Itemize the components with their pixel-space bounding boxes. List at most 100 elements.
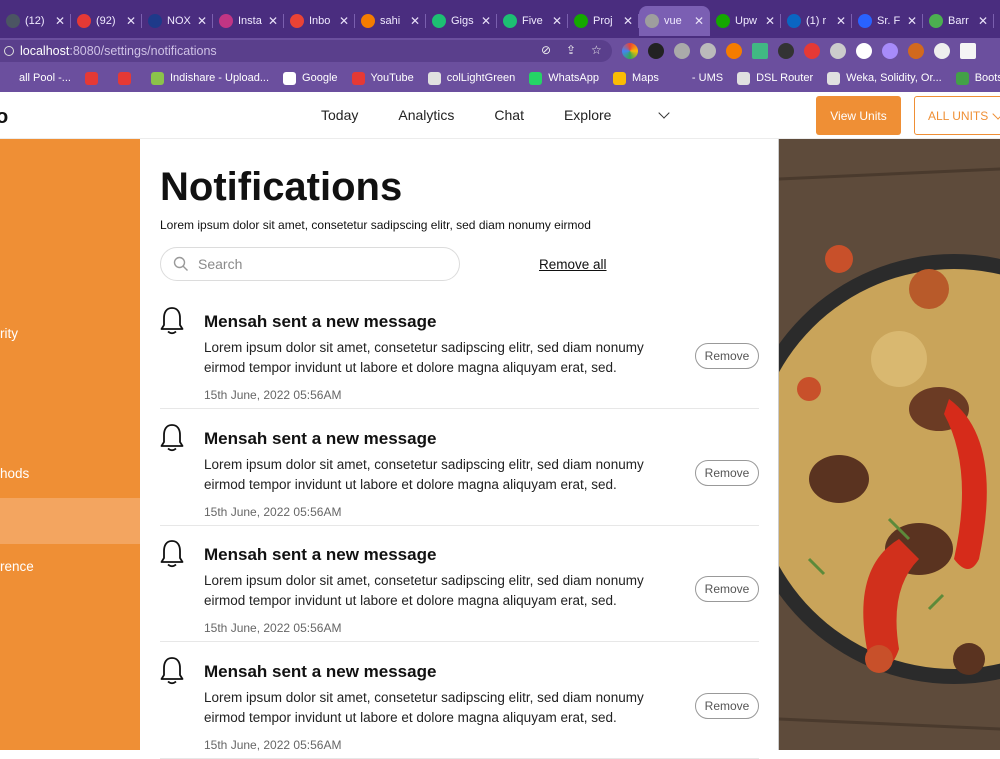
metamask-icon[interactable] — [908, 43, 924, 59]
nav-link-today[interactable]: Today — [321, 107, 358, 123]
nav-link-analytics[interactable]: Analytics — [398, 107, 454, 123]
vue-devtools-icon[interactable] — [752, 43, 768, 59]
tab-favicon-icon — [645, 14, 659, 28]
extensions-puzzle-icon[interactable] — [934, 43, 950, 59]
bookmark-item[interactable]: DSL Router — [737, 71, 813, 85]
tab-close-icon[interactable]: ✕ — [55, 14, 65, 28]
sidebar-item-payment-methods[interactable]: hods — [0, 451, 140, 497]
search-input[interactable] — [198, 256, 448, 272]
sidebar-item-preference[interactable]: rence — [0, 544, 140, 590]
extension-shield-icon[interactable] — [830, 43, 846, 59]
tab-close-icon[interactable]: ✕ — [694, 14, 704, 28]
bookmark-item[interactable]: Google — [283, 71, 338, 85]
remove-notification-button[interactable]: Remove — [695, 576, 759, 602]
bookmark-item[interactable]: colLightGreen — [427, 71, 515, 85]
bookmark-favicon-icon — [613, 71, 626, 85]
bookmark-item[interactable]: Indishare - Upload... — [150, 71, 269, 85]
bookmark-item[interactable]: all Pool -... — [0, 71, 71, 85]
bookmark-label: WhatsApp — [548, 72, 599, 84]
extension-orange-icon[interactable] — [726, 43, 742, 59]
tab-close-icon[interactable]: ✕ — [410, 14, 420, 28]
browser-tab[interactable]: Inbo ✕ — [284, 6, 355, 36]
extension-color-icon[interactable] — [622, 43, 638, 59]
app-logo[interactable]: o — [0, 106, 8, 129]
browser-tab[interactable]: (1) r ✕ — [781, 6, 852, 36]
bookmarks-bar: all Pool -... Indishare - Upload... Google… — [0, 64, 1000, 92]
extension-red-icon[interactable] — [804, 43, 820, 59]
remove-notification-button[interactable]: Remove — [695, 692, 759, 719]
tab-close-icon[interactable]: ✕ — [481, 14, 491, 28]
browser-tab[interactable]: (12) ✕ — [0, 6, 71, 36]
sidebar-item-security[interactable]: rity — [0, 311, 140, 357]
tab-close-icon[interactable]: ✕ — [836, 14, 846, 28]
browser-tab[interactable]: Upw ✕ — [710, 6, 781, 36]
bookmark-item[interactable] — [117, 71, 137, 85]
camera-blocked-icon[interactable]: ⊘ — [541, 44, 554, 57]
tab-close-icon[interactable]: ✕ — [978, 14, 988, 28]
tab-close-icon[interactable]: ✕ — [197, 14, 207, 28]
nav-link-chat[interactable]: Chat — [494, 107, 524, 123]
search-box[interactable] — [160, 247, 460, 281]
sidebar-item-notifications[interactable] — [0, 498, 140, 544]
bookmark-favicon-icon — [737, 71, 751, 85]
remove-all-link[interactable]: Remove all — [539, 257, 607, 272]
tab-favicon-icon — [574, 14, 588, 28]
address-bar[interactable]: localhost:8080/settings/notifications ⊘ … — [0, 40, 612, 62]
bookmark-favicon-icon — [827, 71, 841, 85]
share-icon[interactable]: ⇪ — [566, 44, 579, 57]
bookmark-favicon-icon — [955, 71, 969, 85]
notification-title: Mensah sent a new message — [204, 312, 437, 331]
notification-title: Mensah sent a new message — [204, 428, 437, 448]
notification-timestamp: 15th June, 2022 05:56AM — [204, 388, 342, 402]
browser-tab[interactable]: NOX ✕ — [142, 6, 213, 36]
tab-title: (92) — [96, 15, 116, 27]
bookmark-item[interactable]: Bootstrap 4 Grid — [955, 71, 1000, 85]
extension-purple-icon[interactable] — [882, 43, 898, 59]
browser-tab[interactable]: Insta ✕ — [213, 6, 284, 36]
view-units-button[interactable]: View Units — [816, 96, 901, 135]
bookmark-star-icon[interactable]: ☆ — [591, 44, 604, 57]
tab-favicon-icon — [432, 14, 446, 28]
browser-tab[interactable]: Sr. F ✕ — [852, 6, 923, 36]
bookmark-item[interactable]: - UMS — [672, 71, 723, 85]
bookmark-item[interactable] — [84, 71, 104, 85]
tab-close-icon[interactable]: ✕ — [552, 14, 562, 28]
extension-gray-icon[interactable] — [674, 43, 690, 59]
bookmark-item[interactable]: Weka, Solidity, Or... — [827, 71, 942, 85]
notification-timestamp: 15th June, 2022 05:56AM — [204, 621, 342, 635]
tab-close-icon[interactable]: ✕ — [907, 14, 917, 28]
extension-settings-icon[interactable] — [700, 43, 716, 59]
bookmark-item[interactable]: YouTube — [351, 71, 414, 85]
tab-close-icon[interactable]: ✕ — [339, 14, 349, 28]
bookmark-label: Google — [302, 72, 338, 84]
bookmark-favicon-icon — [117, 71, 131, 85]
tab-close-icon[interactable]: ✕ — [268, 14, 278, 28]
browser-tab[interactable]: vue ✕ — [639, 6, 710, 36]
remove-notification-button[interactable]: Remove — [695, 459, 759, 486]
tab-close-icon[interactable]: ✕ — [623, 14, 633, 28]
all-units-dropdown[interactable]: ALL UNITS — [914, 96, 1000, 135]
bookmark-item[interactable]: Maps — [613, 71, 659, 85]
explore-label: Explore — [563, 107, 612, 123]
browser-tab[interactable]: sahi ✕ — [355, 6, 426, 36]
browser-tab[interactable]: Gigs ✕ — [426, 6, 497, 36]
bookmark-label: Weka, Solidity, Or... — [846, 72, 942, 84]
extension-vp-icon[interactable] — [648, 43, 664, 59]
url-text[interactable]: localhost:8080/settings/notifications — [20, 44, 217, 58]
remove-notification-button[interactable]: Remove — [695, 343, 759, 369]
notification-body: Lorem ipsum dolor sit amet, consetetur s… — [204, 689, 644, 725]
bookmark-item[interactable]: WhatsApp — [529, 71, 599, 85]
nav-explore-dropdown[interactable]: Explore — [563, 107, 671, 123]
tab-close-icon[interactable]: ✕ — [126, 14, 136, 28]
browser-tab[interactable]: (92) ✕ — [71, 6, 142, 36]
browser-tab[interactable]: Proj ✕ — [568, 6, 639, 36]
tab-favicon-icon — [503, 14, 517, 28]
sidepanel-icon[interactable] — [960, 43, 976, 59]
browser-tab[interactable]: Barr ✕ — [923, 6, 994, 36]
extension-dark-icon[interactable] — [778, 43, 794, 59]
tab-close-icon[interactable]: ✕ — [765, 14, 775, 28]
site-info-icon[interactable] — [4, 46, 14, 56]
browser-tab[interactable]: Five ✕ — [497, 6, 568, 36]
extension-white-icon[interactable] — [856, 43, 872, 59]
tab-title: sahi — [380, 15, 401, 27]
